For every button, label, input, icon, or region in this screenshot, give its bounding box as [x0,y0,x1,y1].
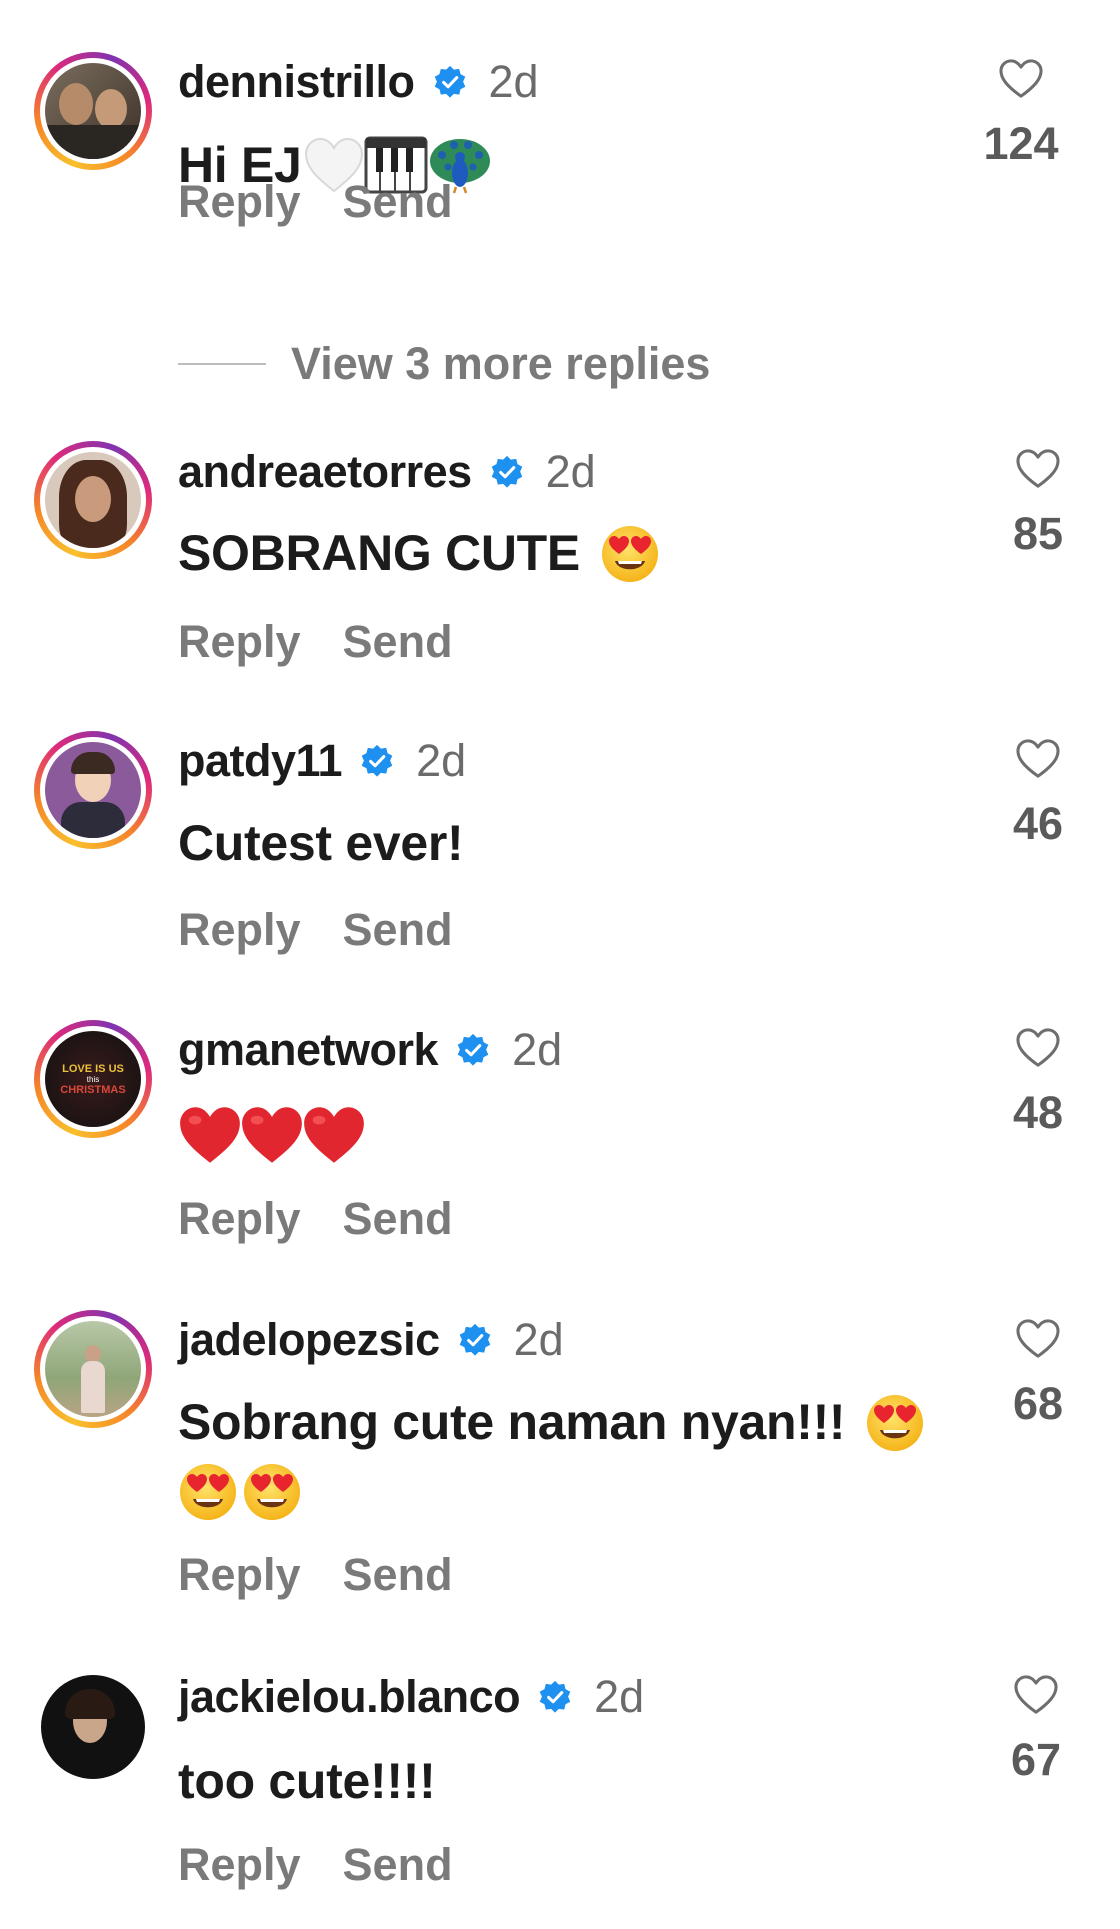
view-more-replies-label[interactable]: View 3 more replies [291,338,710,390]
username[interactable]: andreaetorres [178,446,472,498]
like-count: 46 [1012,798,1064,849]
comment-text-content: too cute!!!! [178,1753,436,1809]
verified-badge-icon [490,455,524,489]
reply-button[interactable]: Reply [178,1839,301,1891]
timestamp: 2d [594,1671,645,1722]
send-button[interactable]: Send [343,1549,453,1601]
heart-outline-icon[interactable] [1015,1318,1061,1360]
timestamp: 2d [513,1314,564,1365]
heart-outline-icon[interactable] [1015,448,1061,490]
like-count: 68 [1012,1378,1064,1429]
username[interactable]: jadelopezsic [178,1314,440,1366]
heart-outline-icon[interactable] [1015,1027,1061,1069]
heart-outline-icon[interactable] [998,58,1044,100]
avatar-logo-text: this [86,1074,100,1084]
send-button[interactable]: Send [343,904,453,956]
comment-text-content: Cutest ever! [178,815,464,871]
like-count: 67 [1010,1734,1062,1785]
timestamp: 2d [545,446,596,497]
verified-badge-icon [360,744,394,778]
comment-text-content: SOBRANG CUTE [178,525,580,581]
comment-text-content: Sobrang cute naman nyan!!! [178,1394,846,1450]
send-button[interactable]: Send [343,616,453,668]
heart-eyes-emoji [865,1393,925,1453]
verified-badge-icon [456,1033,490,1067]
red-heart-emoji [178,1105,242,1165]
reply-button[interactable]: Reply [178,1549,301,1601]
avatar-logo-text: LOVE IS US [62,1062,124,1075]
username[interactable]: jackielou.blanco [178,1671,521,1723]
avatar[interactable] [34,441,152,559]
timestamp: 2d [512,1024,563,1075]
red-heart-emoji [240,1105,304,1165]
avatar[interactable] [34,1668,152,1786]
avatar[interactable] [34,52,152,170]
verified-badge-icon [433,65,467,99]
username[interactable]: dennistrillo [178,56,415,108]
avatar[interactable]: LOVE IS US this CHRISTMAS [34,1020,152,1138]
like-count: 124 [983,118,1059,169]
comment-text: Sobrang cute naman nyan!!! [178,1389,998,1522]
timestamp: 2d [488,56,539,107]
username[interactable]: gmanetwork [178,1024,439,1076]
send-button[interactable]: Send [343,1839,453,1891]
divider [178,363,266,365]
avatar[interactable] [34,1310,152,1428]
reply-button[interactable]: Reply [178,1193,301,1245]
verified-badge-icon [538,1680,572,1714]
heart-eyes-emoji [178,1462,238,1522]
heart-eyes-emoji [242,1462,302,1522]
comment-text: Cutest ever! [178,810,464,876]
send-button[interactable]: Send [343,1193,453,1245]
comment-text: too cute!!!! [178,1748,436,1814]
send-button[interactable]: Send [343,176,453,228]
view-more-replies-button[interactable]: View 3 more replies [178,338,710,390]
heart-outline-icon[interactable] [1013,1674,1059,1716]
reply-button[interactable]: Reply [178,176,301,228]
verified-badge-icon [458,1323,492,1357]
avatar-logo-text: CHRISTMAS [60,1083,126,1096]
reply-button[interactable]: Reply [178,904,301,956]
like-count: 85 [1012,508,1064,559]
red-heart-emoji [302,1105,366,1165]
comment-text: SOBRANG CUTE [178,520,660,586]
timestamp: 2d [416,735,467,786]
avatar[interactable] [34,731,152,849]
comment-text [178,1098,366,1168]
like-count: 48 [1012,1087,1064,1138]
username[interactable]: patdy11 [178,735,343,787]
heart-outline-icon[interactable] [1015,738,1061,780]
reply-button[interactable]: Reply [178,616,301,668]
heart-eyes-emoji [600,524,660,584]
